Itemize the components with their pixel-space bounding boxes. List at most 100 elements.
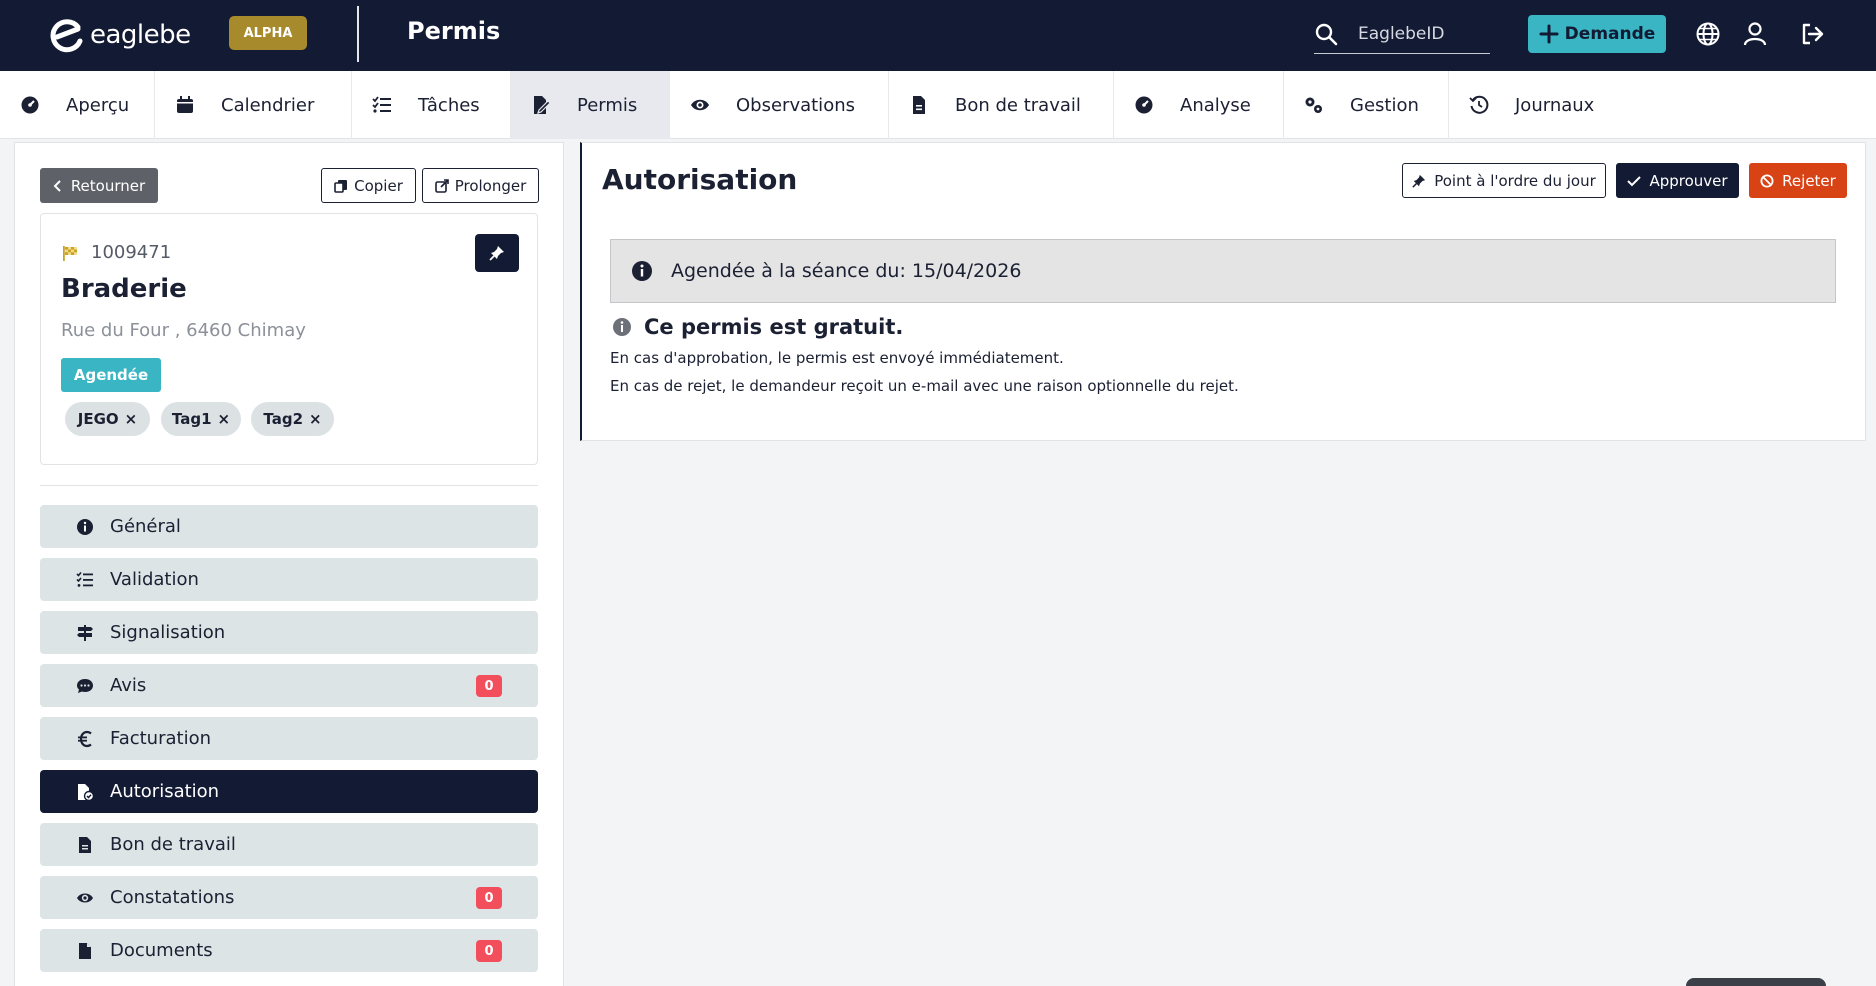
- pin-button[interactable]: [475, 234, 519, 272]
- search-box: [1314, 14, 1490, 54]
- approve-label: Approuver: [1649, 171, 1728, 190]
- gears-icon: [1305, 97, 1322, 113]
- calendar-icon: [177, 96, 193, 113]
- tab-analyse[interactable]: Analyse: [1114, 71, 1284, 139]
- sidebar-item-signalisation[interactable]: Signalisation: [40, 611, 538, 654]
- tab-label: Observations: [736, 94, 855, 116]
- count-badge: 0: [476, 940, 502, 962]
- tab-observations[interactable]: Observations: [670, 71, 889, 139]
- eaglebe-logo-icon: [50, 19, 83, 53]
- notice-title: Ce permis est gratuit.: [644, 315, 904, 339]
- copy-icon: [334, 179, 348, 193]
- ban-icon: [1760, 174, 1774, 187]
- permit-sidebar: Retourner Copier Prolonger 1009471 Brade…: [14, 142, 564, 986]
- tag-label: Tag1: [171, 410, 212, 428]
- reject-button[interactable]: Rejeter: [1749, 163, 1847, 198]
- section-title: Autorisation: [602, 163, 798, 196]
- header-divider: [357, 6, 359, 62]
- sidebar-item-general[interactable]: Général: [40, 505, 538, 548]
- extend-icon: [434, 178, 449, 193]
- sidebar-divider: [40, 485, 538, 486]
- tag-label: JEGO: [77, 410, 119, 428]
- tab-label: Calendrier: [221, 94, 315, 116]
- agenda-label: Point à l'ordre du jour: [1434, 171, 1596, 190]
- floating-toolbar-tab[interactable]: [1686, 978, 1826, 986]
- thumbtack-icon: [489, 246, 504, 261]
- file-icon: [79, 836, 91, 853]
- sidebar-item-bon-de-travail[interactable]: Bon de travail: [40, 823, 538, 866]
- authorization-panel: Autorisation Point à l'ordre du jour App…: [580, 142, 1866, 441]
- tag-chip: JEGO ×: [65, 402, 150, 436]
- new-request-button[interactable]: Demande: [1528, 15, 1666, 53]
- sidebar-item-label: Général: [110, 516, 181, 537]
- note-reject: En cas de rejet, le demandeur reçoit un …: [610, 377, 1239, 395]
- user-icon[interactable]: [1742, 21, 1768, 47]
- sidebar-item-avis[interactable]: Avis 0: [40, 664, 538, 707]
- agenda-info-text: Agendée à la séance du: 15/04/2026: [671, 260, 1022, 282]
- tab-permis[interactable]: Permis: [511, 71, 670, 139]
- comment-icon: [77, 678, 93, 693]
- sidebar-item-validation[interactable]: Validation: [40, 558, 538, 601]
- sidebar-item-label: Facturation: [110, 728, 212, 749]
- copy-button[interactable]: Copier: [321, 168, 416, 203]
- permit-address: Rue du Four , 6460 Chimay: [61, 320, 306, 341]
- tab-bon-de-travail[interactable]: Bon de travail: [889, 71, 1114, 139]
- checklist-icon: [76, 571, 93, 587]
- history-icon: [1469, 95, 1489, 114]
- tab-label: Tâches: [418, 94, 480, 116]
- tag-chip: Tag1 ×: [161, 402, 241, 436]
- tab-gestion[interactable]: Gestion: [1284, 71, 1449, 139]
- extend-button[interactable]: Prolonger: [422, 168, 539, 203]
- tab-apercu[interactable]: Aperçu: [0, 71, 155, 139]
- check-icon: [1627, 175, 1642, 186]
- main-nav: Aperçu Calendrier Tâches Permis Observat…: [0, 71, 1876, 139]
- permit-number-text: 1009471: [91, 242, 172, 263]
- logout-icon[interactable]: [1799, 21, 1825, 47]
- remove-tag-icon[interactable]: ×: [218, 410, 231, 428]
- permit-number: 1009471: [61, 242, 171, 263]
- free-permit-notice: Ce permis est gratuit.: [612, 315, 903, 339]
- plus-icon: [1539, 24, 1559, 44]
- euro-icon: [78, 730, 92, 747]
- tab-label: Permis: [577, 94, 638, 116]
- count-badge: 0: [476, 887, 502, 909]
- search-icon[interactable]: [1314, 22, 1338, 46]
- info-icon: [613, 318, 631, 336]
- info-icon: [632, 261, 652, 281]
- eye-icon: [691, 99, 709, 111]
- logo[interactable]: eaglebe: [48, 17, 191, 53]
- sidebar-item-constatations[interactable]: Constatations 0: [40, 876, 538, 919]
- app-title: Permis: [407, 17, 501, 45]
- globe-icon[interactable]: [1695, 21, 1721, 47]
- remove-tag-icon[interactable]: ×: [125, 410, 138, 428]
- back-button[interactable]: Retourner: [40, 168, 158, 203]
- reject-label: Rejeter: [1782, 171, 1836, 190]
- new-request-label: Demande: [1564, 24, 1656, 44]
- note-approval: En cas d'approbation, le permis est envo…: [610, 349, 1064, 367]
- approve-button[interactable]: Approuver: [1616, 163, 1739, 198]
- tab-calendrier[interactable]: Calendrier: [155, 71, 352, 139]
- sidebar-item-facturation[interactable]: Facturation: [40, 717, 538, 760]
- eye-icon: [77, 893, 93, 902]
- sidebar-item-documents[interactable]: Documents 0: [40, 929, 538, 972]
- tab-taches[interactable]: Tâches: [352, 71, 511, 139]
- permit-name: Braderie: [61, 274, 187, 304]
- sidebar-item-label: Avis: [110, 675, 147, 696]
- tag-label: Tag2: [263, 410, 304, 428]
- search-input[interactable]: [1358, 23, 1488, 44]
- back-label: Retourner: [70, 176, 146, 195]
- file-icon: [913, 96, 925, 114]
- agenda-button[interactable]: Point à l'ordre du jour: [1402, 163, 1606, 198]
- copy-label: Copier: [354, 176, 403, 195]
- info-icon: [77, 518, 93, 535]
- signpost-icon: [77, 624, 93, 641]
- thumbtack-icon: [1412, 174, 1426, 188]
- tasks-icon: [372, 96, 391, 113]
- remove-tag-icon[interactable]: ×: [309, 410, 322, 428]
- sidebar-item-label: Validation: [110, 569, 199, 590]
- tab-journaux[interactable]: Journaux: [1449, 71, 1619, 139]
- sidebar-item-autorisation[interactable]: Autorisation: [40, 770, 538, 813]
- status-badge: Agendée: [61, 358, 161, 392]
- logo-text: eaglebe: [90, 20, 191, 50]
- top-bar: eaglebe ALPHA Permis Demande: [0, 0, 1876, 71]
